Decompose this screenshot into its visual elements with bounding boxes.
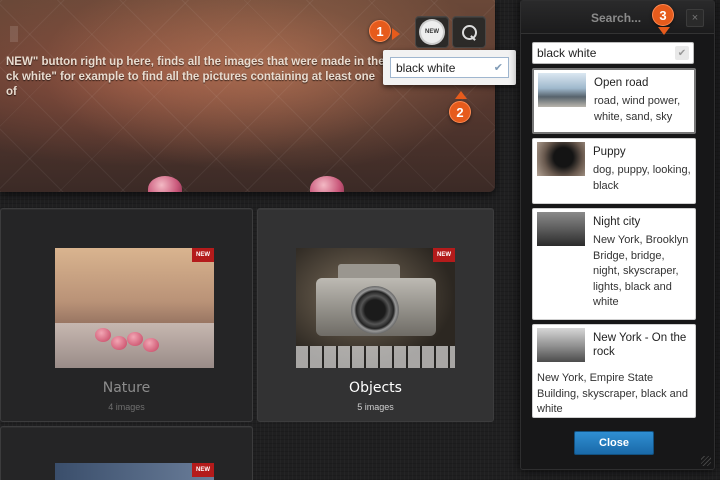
result-title[interactable]: Night city [593, 215, 691, 229]
checkmark-icon[interactable]: ✔ [675, 46, 689, 60]
new-tag: NEW [433, 248, 455, 262]
card-count: 5 images [357, 402, 394, 412]
result-thumbnail[interactable] [537, 212, 585, 246]
result-thumbnail[interactable] [537, 328, 585, 362]
card-title[interactable]: Objects [258, 380, 493, 396]
hero-description: NEW" button right up here, finds all the… [6, 56, 385, 98]
callout-arrow [392, 28, 400, 40]
search-panel-title: Search... [591, 11, 642, 25]
partial-thumbnail[interactable]: NEW [55, 463, 214, 480]
close-icon[interactable]: × [686, 9, 704, 27]
raspberry-decoration [111, 336, 127, 350]
result-tags: dog, puppy, looking, black [593, 164, 691, 192]
result-tags: New York, Empire State Building, skyscra… [537, 372, 689, 415]
raspberry-decoration [95, 328, 111, 342]
raspberry-decoration [127, 332, 143, 346]
close-button[interactable]: Close [574, 431, 654, 455]
callout-arrow [455, 91, 467, 99]
search-results: Open road road, wind power, white, sand,… [532, 68, 696, 422]
result-item[interactable]: Night city New York, Brooklyn Bridge, br… [532, 208, 696, 320]
camera-lens [351, 286, 399, 334]
gallery-card-partial[interactable]: NEW [0, 426, 253, 480]
hero-search-value: black white [396, 60, 456, 75]
checkmark-icon[interactable]: ✔ [494, 61, 503, 74]
search-panel-header: Search... × [521, 1, 714, 34]
result-title[interactable]: Puppy [593, 145, 691, 159]
resize-handle[interactable] [701, 456, 711, 466]
objects-thumbnail[interactable]: NEW [296, 248, 455, 368]
result-tags: New York, Brooklyn Bridge, bridge, night… [593, 234, 689, 308]
result-title[interactable]: Open road [594, 76, 690, 90]
card-count: 4 images [108, 402, 145, 412]
result-thumbnail[interactable] [537, 142, 585, 176]
hero-banner: NEW" button right up here, finds all the… [0, 0, 495, 192]
search-toggle-button[interactable] [452, 16, 486, 48]
result-title[interactable]: New York - On the rock [593, 331, 691, 359]
new-images-button[interactable]: NEW [415, 16, 449, 48]
new-tag: NEW [192, 463, 214, 477]
callout-marker-1: 1 [369, 20, 391, 42]
result-thumbnail[interactable] [538, 73, 586, 107]
gallery-card-objects[interactable]: NEW Objects 5 images [257, 208, 494, 422]
search-query: black white [537, 46, 597, 60]
card-title[interactable]: Nature [1, 380, 252, 396]
search-icon [461, 24, 477, 40]
result-item[interactable]: New York - On the rock New York, Empire … [532, 324, 696, 418]
raspberry-decoration [143, 338, 159, 352]
result-item[interactable]: Puppy dog, puppy, looking, black [532, 138, 696, 204]
callout-arrow [658, 27, 670, 35]
new-badge-icon: NEW [421, 21, 443, 43]
hero-search-input[interactable]: black white ✔ [390, 57, 509, 78]
result-item[interactable]: Open road road, wind power, white, sand,… [532, 68, 696, 134]
piano-keys-decoration [296, 346, 455, 368]
callout-marker-2: 2 [449, 101, 471, 123]
hero-search-popup: black white ✔ [383, 50, 516, 85]
hero-glyph [10, 26, 18, 42]
result-tags: road, wind power, white, sand, sky [594, 95, 681, 123]
nature-thumbnail[interactable]: NEW [55, 248, 214, 368]
new-tag: NEW [192, 248, 214, 262]
search-input[interactable]: black white ✔ [532, 42, 694, 64]
callout-marker-3: 3 [652, 4, 674, 26]
gallery-card-nature[interactable]: NEW Nature 4 images [0, 208, 253, 422]
search-panel: Search... × black white ✔ Open road road… [520, 0, 715, 470]
